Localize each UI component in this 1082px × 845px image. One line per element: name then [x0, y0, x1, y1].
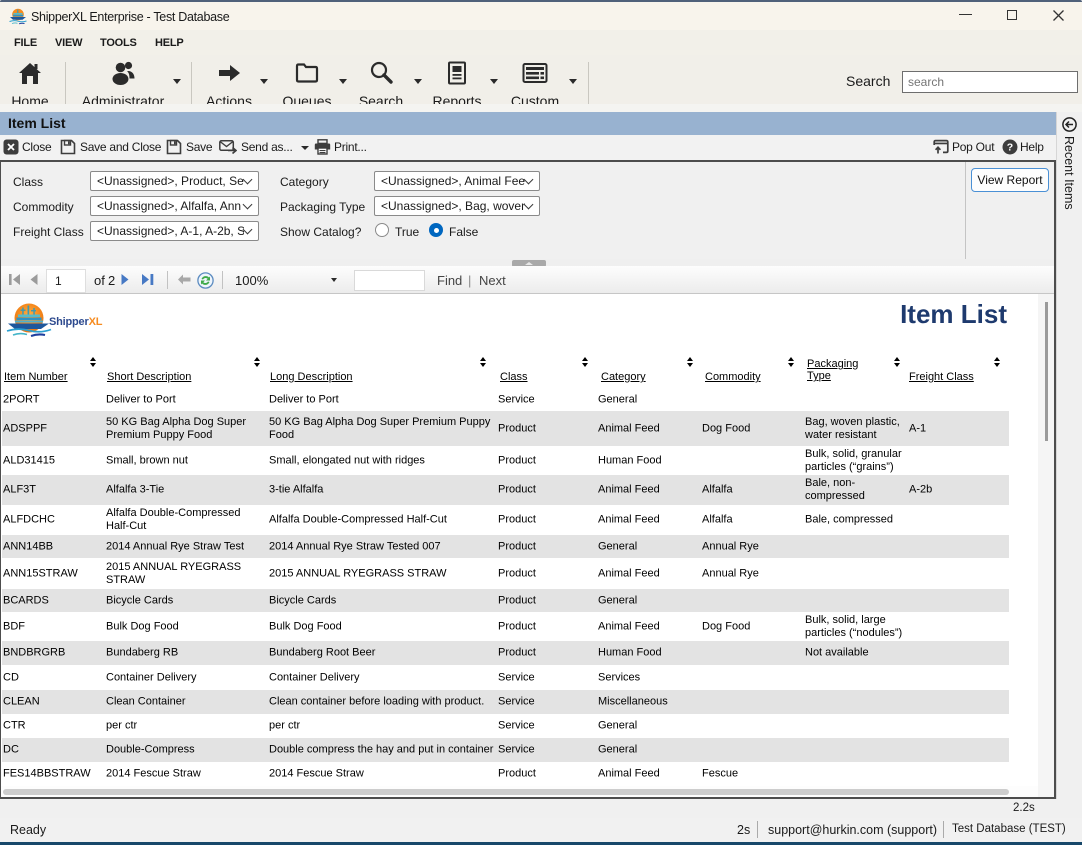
svg-text:?: ?	[1007, 142, 1013, 154]
